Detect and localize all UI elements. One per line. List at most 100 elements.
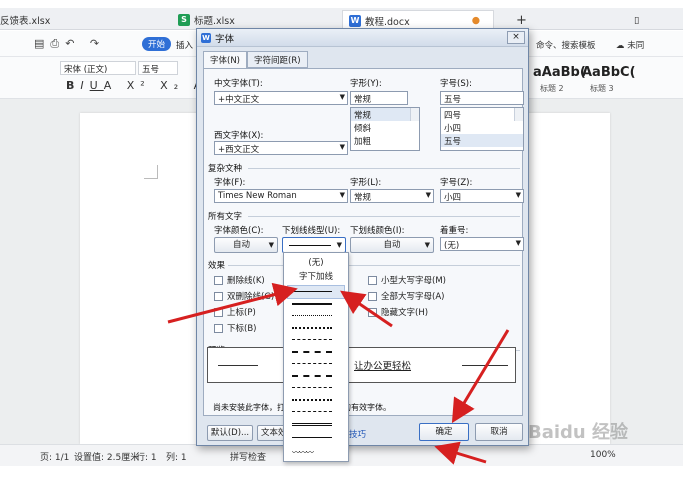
size-listbox[interactable]: 四号 小四 五号	[440, 107, 524, 151]
tab-font[interactable]: 字体(N)	[203, 51, 247, 69]
dialog-title: 字体	[215, 33, 235, 45]
all-text-section-title: 所有文字	[208, 212, 243, 222]
size-label: 字号(S):	[440, 79, 472, 89]
checkbox-label: 小型大写字母(M)	[381, 276, 446, 286]
cancel-button[interactable]: 取消	[475, 423, 523, 441]
western-font-select[interactable]: +西文正文 ▼	[214, 141, 348, 155]
tab-title-xlsx[interactable]: S 标题.xlsx	[172, 10, 332, 30]
underline-color-value: 自动	[383, 240, 401, 250]
checkbox-icon	[368, 307, 377, 317]
underline-option-dotted[interactable]	[292, 327, 332, 329]
underline-option-solid-2[interactable]	[292, 437, 332, 438]
underline-none-option[interactable]: (无)	[284, 256, 348, 268]
complex-size-value: 小四	[444, 193, 462, 203]
complex-style-select[interactable]: 常规 ▼	[350, 189, 434, 203]
margin-mark	[144, 165, 158, 179]
font-name-box[interactable]: 宋体 (正文)	[60, 61, 136, 75]
list-item[interactable]: 加粗	[351, 134, 419, 147]
font-size-box[interactable]: 五号	[138, 61, 178, 75]
font-note-text-end: 的有效字体。	[343, 403, 391, 412]
western-font-value: +西文正文	[218, 145, 260, 155]
list-item[interactable]: 四号	[441, 108, 523, 121]
spreadsheet-icon: S	[178, 14, 190, 26]
layout-icon[interactable]: ▯	[628, 10, 645, 30]
cloud-label: 未同	[627, 41, 645, 51]
list-item[interactable]: 常规	[351, 108, 419, 121]
hidden-text-checkbox[interactable]: 隐藏文字(H)	[368, 306, 428, 318]
preview-text: 让办公更轻松	[354, 361, 412, 372]
default-button[interactable]: 默认(D)...	[207, 425, 253, 441]
western-font-label: 西文字体(X):	[214, 131, 264, 141]
underline-option-dotted-fine[interactable]	[292, 315, 332, 316]
spell-check[interactable]: 拼写检查	[230, 450, 266, 463]
ok-button[interactable]: 确定	[419, 423, 469, 441]
underline-option-solid[interactable]	[292, 291, 332, 292]
style-listbox[interactable]: 常规 倾斜 加粗	[350, 107, 420, 151]
preview-line	[218, 365, 258, 366]
insert-menu[interactable]: 插入	[176, 39, 193, 51]
quick-access-icons[interactable]: ▤⎙↶ ↷	[34, 37, 105, 51]
complex-font-label: 字体(F):	[214, 178, 246, 188]
checkbox-label: 删除线(K)	[227, 276, 265, 286]
checkbox-icon	[214, 275, 223, 285]
underline-option-wave[interactable]: 〰〰〰	[292, 447, 314, 458]
underline-option-dash-dot-dot[interactable]	[292, 411, 332, 412]
style-input[interactable]: 常规	[350, 91, 408, 105]
checkbox-label: 双删除线(G)	[227, 292, 275, 302]
underline-type-dropdown[interactable]: (无) 字下加线 〰〰〰	[283, 252, 349, 462]
underline-option-hover[interactable]	[287, 285, 345, 299]
style-sample-2[interactable]: AaBbC(	[582, 65, 636, 80]
size-input[interactable]: 五号	[440, 91, 524, 105]
small-caps-checkbox[interactable]: 小型大写字母(M)	[368, 274, 446, 286]
wps-writer-icon: W	[201, 32, 211, 43]
format-buttons[interactable]: BIUA X² X₂ A	[66, 79, 207, 92]
tab-feedback-xlsx[interactable]: 反馈表.xlsx	[0, 10, 144, 30]
tips-link[interactable]: 技巧	[349, 428, 366, 440]
underline-type-select[interactable]: ▼	[282, 237, 346, 253]
underline-option-dash-dot-heavy[interactable]	[292, 399, 332, 401]
scrollbar[interactable]	[410, 108, 419, 121]
all-caps-checkbox[interactable]: 全部大写字母(A)	[368, 290, 444, 302]
underline-option-dashed[interactable]	[292, 339, 332, 340]
zoom-level[interactable]: 100%	[590, 450, 616, 460]
strikethrough-checkbox[interactable]: 删除线(K)	[214, 274, 265, 286]
divider	[228, 265, 520, 266]
complex-size-select[interactable]: 小四 ▼	[440, 189, 524, 203]
tab-char-spacing[interactable]: 字符间距(R)	[247, 51, 308, 68]
list-item[interactable]: 小四	[441, 121, 523, 134]
close-button[interactable]: ×	[507, 31, 525, 44]
underline-option-dashed-long[interactable]	[292, 363, 332, 364]
complex-style-value: 常规	[354, 193, 372, 203]
underline-word-only-option[interactable]: 字下加线	[284, 270, 348, 282]
complex-font-value: Times New Roman	[218, 191, 297, 201]
subscript-checkbox[interactable]: 下标(B)	[214, 322, 256, 334]
search-templates[interactable]: 命令、搜索模板	[536, 39, 596, 51]
list-item[interactable]: 五号	[441, 134, 523, 147]
double-strikethrough-checkbox[interactable]: 双删除线(G)	[214, 290, 274, 302]
preview-line	[462, 365, 508, 366]
dropdown-arrow-icon: ▼	[515, 191, 521, 199]
superscript-checkbox[interactable]: 上标(P)	[214, 306, 256, 318]
dialog-title-bar: W 字体	[197, 29, 528, 47]
underline-option-thick[interactable]	[292, 303, 332, 305]
font-color-button[interactable]: 自动 ▼	[214, 237, 278, 253]
underline-option-dashed-long-heavy[interactable]	[292, 375, 332, 377]
underline-option-dash-dot[interactable]	[292, 387, 332, 388]
style-label: 字形(Y):	[350, 79, 382, 89]
start-button[interactable]: 开始	[142, 37, 172, 51]
underline-color-button[interactable]: 自动 ▼	[350, 237, 434, 253]
scrollbar[interactable]	[514, 108, 523, 121]
new-tab-button[interactable]: +	[510, 10, 533, 30]
complex-font-select[interactable]: Times New Roman ▼	[214, 189, 348, 203]
underline-option-dashed-heavy[interactable]	[292, 351, 332, 353]
cloud-sync[interactable]: ☁ 未同	[616, 39, 644, 51]
underline-option-double[interactable]	[292, 423, 332, 426]
chinese-font-select[interactable]: +中文正文 ▼	[214, 91, 348, 105]
dropdown-arrow-icon: ▼	[424, 241, 430, 249]
style-sample-1[interactable]: aAaBb(	[533, 65, 586, 80]
emphasis-select[interactable]: (无) ▼	[440, 237, 524, 251]
document-tab-bar: 反馈表.xlsx S 标题.xlsx W 教程.docx ● + ▯	[0, 8, 683, 30]
solid-underline-preview	[289, 245, 331, 246]
list-item[interactable]: 倾斜	[351, 121, 419, 134]
tab-tutorial-docx[interactable]: W 教程.docx ●	[342, 10, 494, 30]
